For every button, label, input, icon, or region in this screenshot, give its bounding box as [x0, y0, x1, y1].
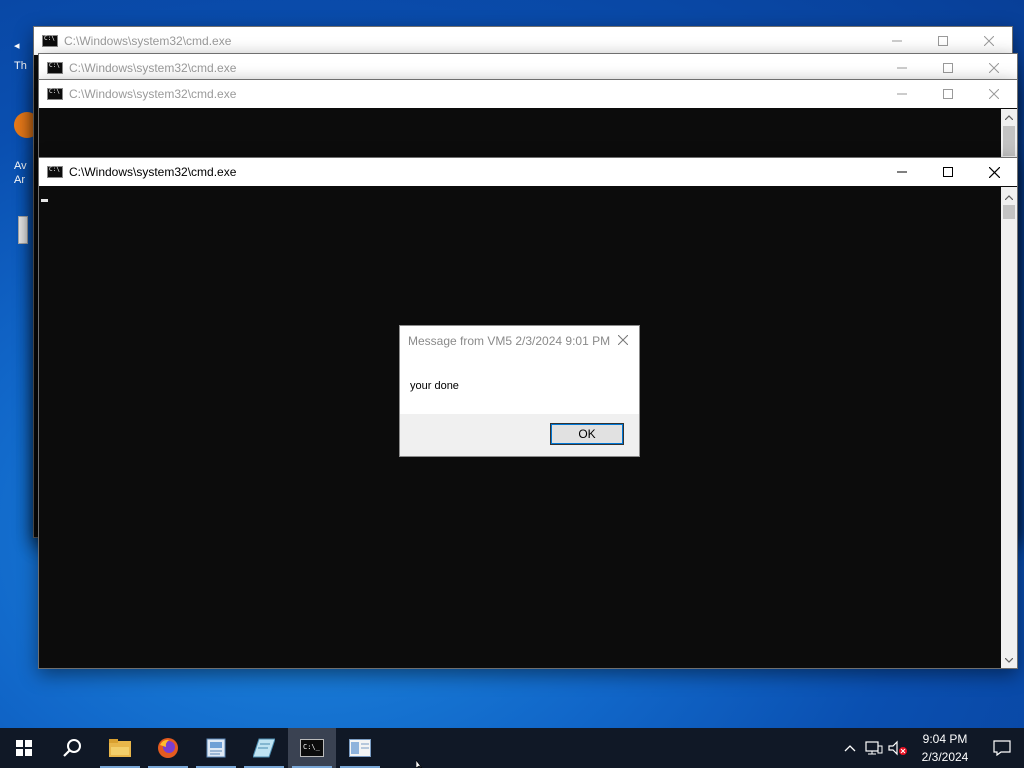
document-app-icon — [206, 738, 226, 758]
taskbar-file-explorer[interactable] — [96, 728, 144, 768]
mouse-pointer-icon — [416, 760, 423, 768]
console-cursor — [41, 199, 48, 202]
close-button[interactable] — [971, 158, 1017, 186]
volume-button[interactable] — [886, 728, 910, 768]
maximize-button[interactable] — [925, 54, 971, 82]
taskbar-app-2[interactable] — [240, 728, 288, 768]
vertical-scrollbar[interactable] — [1001, 109, 1017, 157]
maximize-button[interactable] — [925, 158, 971, 186]
desktop-icon-label-2[interactable]: Av — [14, 160, 27, 172]
minimize-button[interactable] — [879, 158, 925, 186]
desktop-icon-label-3[interactable]: Ar — [14, 174, 25, 186]
cmd-icon — [47, 62, 63, 74]
clock-time: 9:04 PM — [922, 732, 968, 746]
notification-icon — [993, 740, 1011, 756]
taskbar-app-1[interactable] — [192, 728, 240, 768]
dialog-title: Message from VM5 2/3/2024 9:01 PM — [408, 334, 611, 348]
desktop-document-icon[interactable] — [18, 216, 28, 244]
message-dialog[interactable]: Message from VM5 2/3/2024 9:01 PM your d… — [399, 325, 640, 457]
window-title: C:\Windows\system32\cmd.exe — [69, 87, 237, 101]
windows-logo-icon — [16, 740, 32, 756]
network-button[interactable] — [862, 728, 886, 768]
maximize-button[interactable] — [925, 80, 971, 108]
dialog-message: your done — [410, 380, 459, 392]
cmd-icon — [42, 35, 58, 47]
start-button[interactable] — [0, 728, 48, 768]
window-title: C:\Windows\system32\cmd.exe — [69, 61, 237, 75]
titlebar[interactable]: C:\Windows\system32\cmd.exe — [39, 80, 1017, 108]
cmd-icon — [47, 166, 63, 178]
dialog-close-icon[interactable] — [615, 332, 631, 348]
taskbar-clock[interactable]: 9:04 PM 2/3/2024 — [910, 730, 980, 766]
file-explorer-icon — [109, 739, 131, 757]
dialog-footer: OK — [400, 414, 639, 456]
clock-date: 2/3/2024 — [921, 750, 969, 764]
titlebar[interactable]: C:\Windows\system32\cmd.exe — [39, 158, 1017, 186]
system-tray: 9:04 PM 2/3/2024 — [838, 728, 1024, 768]
close-button[interactable] — [966, 27, 1012, 55]
minimize-button[interactable] — [879, 80, 925, 108]
firefox-icon — [158, 738, 178, 758]
taskbar-firefox[interactable] — [144, 728, 192, 768]
taskbar: C:\_ 9:04 PM 2/3/2024 — [0, 728, 1024, 768]
action-center-button[interactable] — [980, 728, 1024, 768]
taskbar-cmd[interactable]: C:\_ — [288, 728, 336, 768]
desktop-icon-label-1[interactable]: Th — [14, 60, 27, 72]
minimize-button[interactable] — [879, 54, 925, 82]
search-icon — [63, 739, 81, 757]
scroll-thumb[interactable] — [1003, 126, 1015, 156]
titlebar[interactable]: C:\Windows\system32\cmd.exe — [39, 54, 1017, 82]
volume-muted-icon — [888, 740, 907, 756]
chevron-up-icon — [844, 745, 856, 752]
minimize-button[interactable] — [874, 27, 920, 55]
scroll-up-arrow-icon[interactable] — [1001, 189, 1017, 205]
maximize-button[interactable] — [920, 27, 966, 55]
window-title: C:\Windows\system32\cmd.exe — [64, 34, 232, 48]
svg-text:C:\_: C:\_ — [303, 743, 321, 751]
app-window-icon — [349, 739, 371, 757]
close-button[interactable] — [971, 80, 1017, 108]
taskbar-app-3[interactable] — [336, 728, 384, 768]
desktop-arrow-glyph: ◂ — [14, 40, 20, 52]
cmd-icon: C:\_ — [300, 739, 324, 757]
close-button[interactable] — [971, 54, 1017, 82]
ok-button[interactable]: OK — [550, 423, 624, 445]
cmd-icon — [47, 88, 63, 100]
scroll-up-arrow-icon[interactable] — [1001, 109, 1017, 125]
network-icon — [865, 741, 883, 755]
scroll-thumb[interactable] — [1003, 205, 1015, 219]
search-button[interactable] — [48, 728, 96, 768]
notepad-icon — [253, 738, 275, 758]
titlebar[interactable]: C:\Windows\system32\cmd.exe — [34, 27, 1012, 55]
scroll-down-arrow-icon[interactable] — [1001, 652, 1017, 668]
window-title: C:\Windows\system32\cmd.exe — [69, 165, 237, 179]
show-hidden-icons-button[interactable] — [838, 728, 862, 768]
vertical-scrollbar[interactable] — [1001, 187, 1017, 668]
